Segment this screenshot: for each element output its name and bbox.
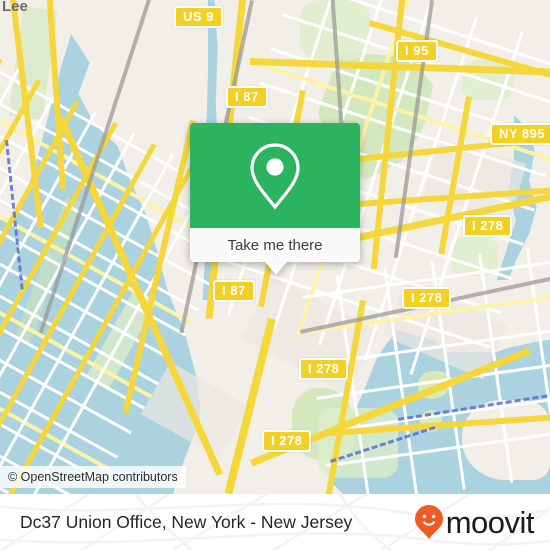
page-title: Dc37 Union Office, New York - New Jersey <box>20 511 353 532</box>
location-popup-card[interactable]: Take me there <box>190 123 360 275</box>
highway-shield-i87-s[interactable]: I 87 <box>213 280 255 302</box>
popup-pointer <box>265 262 287 275</box>
attribution-text: © OpenStreetMap contributors <box>8 470 178 484</box>
attribution-bar[interactable]: © OpenStreetMap contributors <box>0 466 186 488</box>
highway-shield-ny895[interactable]: NY 895 <box>490 123 550 145</box>
highway-shield-i278-b[interactable]: I 278 <box>402 287 452 309</box>
map-pin-icon <box>250 142 300 210</box>
popup-pin-area <box>190 123 360 228</box>
highway-shield-i87-n[interactable]: I 87 <box>226 86 268 108</box>
map-screenshot: Lee US 9 I 95 I 87 NY 895 I 278 I 87 I 2… <box>0 0 550 550</box>
map-canvas[interactable]: Lee US 9 I 95 I 87 NY 895 I 278 I 87 I 2… <box>0 0 550 494</box>
moovit-smiley-pin-icon <box>414 505 443 539</box>
take-me-there-button[interactable]: Take me there <box>190 228 360 262</box>
highway-shield-i278-a[interactable]: I 278 <box>463 215 513 237</box>
moovit-logo[interactable]: moovit <box>414 504 535 540</box>
highway-shield-us9[interactable]: US 9 <box>174 6 223 28</box>
highway-shield-i278-d[interactable]: I 278 <box>262 430 312 452</box>
take-me-there-label: Take me there <box>227 236 323 254</box>
moovit-wordmark: moovit <box>445 504 535 540</box>
footer-bar: Dc37 Union Office, New York - New Jersey… <box>0 494 550 550</box>
highway-shield-i278-c[interactable]: I 278 <box>299 358 349 380</box>
place-label-lee: Lee <box>2 0 28 15</box>
highway-shield-i95[interactable]: I 95 <box>396 40 438 62</box>
